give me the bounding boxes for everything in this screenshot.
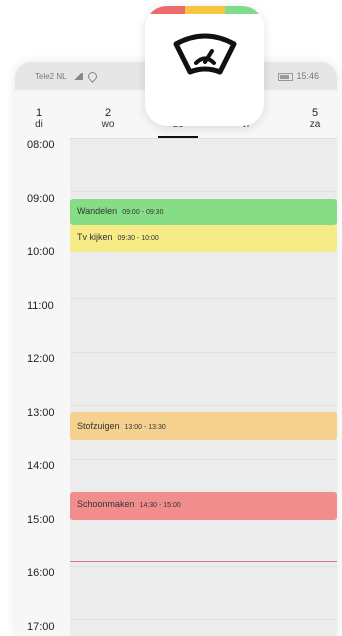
day-name: di <box>35 119 43 130</box>
app-icon <box>145 6 264 126</box>
signal-icon <box>72 73 83 81</box>
app-icon-stripe-green <box>225 6 264 14</box>
hour-label: 08:00 <box>27 139 55 151</box>
day-tab-wo[interactable]: 2 wo <box>88 107 128 131</box>
hour-gridline <box>70 298 337 299</box>
day-number: 2 <box>104 107 112 119</box>
hour-gridline <box>70 619 337 620</box>
hour-gridline <box>70 405 337 406</box>
wifi-icon <box>85 70 99 84</box>
app-icon-stripe-yellow <box>185 6 225 14</box>
hour-gridline <box>70 459 337 460</box>
event-title: Wandelen <box>77 206 118 216</box>
event-title: Stofzuigen <box>77 421 120 431</box>
hour-label: 15:00 <box>27 514 55 526</box>
day-name: za <box>309 119 321 130</box>
day-tab-za[interactable]: 5 za <box>295 107 335 131</box>
event-card-tv-kijken[interactable]: Tv kijken 09:30 - 10:00 <box>70 225 337 252</box>
hour-gridline <box>70 352 337 353</box>
hour-label: 16:00 <box>27 567 55 579</box>
hour-gridline <box>70 191 337 192</box>
day-number: 5 <box>311 107 319 119</box>
battery-icon <box>278 72 294 81</box>
day-name: wo <box>101 119 115 130</box>
hour-label: 12:00 <box>27 353 55 365</box>
hour-label: 09:00 <box>27 193 55 205</box>
speedometer-gauge-icon <box>173 33 237 75</box>
event-time: 09:30 - 10:00 <box>117 235 159 242</box>
app-icon-stripe-red <box>145 6 185 14</box>
day-timeline[interactable]: 08:00 09:00 10:00 11:00 12:00 13:00 14:0… <box>15 138 337 636</box>
event-time: 09:00 - 09:30 <box>122 209 164 216</box>
hour-gridline <box>70 566 337 567</box>
day-tab-di[interactable]: 1 di <box>19 107 59 131</box>
current-time-line <box>70 561 337 562</box>
hour-label: 17:00 <box>27 621 55 633</box>
hour-gridline <box>70 138 337 139</box>
event-title: Tv kijken <box>77 232 113 242</box>
status-time: 15:46 <box>296 71 319 81</box>
event-card-wandelen[interactable]: Wandelen 09:00 - 09:30 <box>70 199 337 225</box>
event-title: Schoonmaken <box>77 499 135 509</box>
carrier-label: Tele2 NL <box>35 72 67 81</box>
day-number: 1 <box>35 107 43 119</box>
event-card-schoonmaken[interactable]: Schoonmaken 14:30 - 15:00 <box>70 492 337 520</box>
hour-label: 13:00 <box>27 407 55 419</box>
status-left: Tele2 NL <box>35 70 99 84</box>
event-card-stofzuigen[interactable]: Stofzuigen 13:00 - 13:30 <box>70 412 337 440</box>
status-right: 15:46 <box>278 71 319 81</box>
event-time: 14:30 - 15:00 <box>139 502 181 509</box>
hour-label: 14:00 <box>27 460 55 472</box>
hour-label: 10:00 <box>27 246 55 258</box>
event-time: 13:00 - 13:30 <box>124 424 166 431</box>
phone-screen: Tele2 NL 15:46 1 di 2 wo do vr 5 za <box>15 62 337 636</box>
hour-label: 11:00 <box>27 300 54 312</box>
